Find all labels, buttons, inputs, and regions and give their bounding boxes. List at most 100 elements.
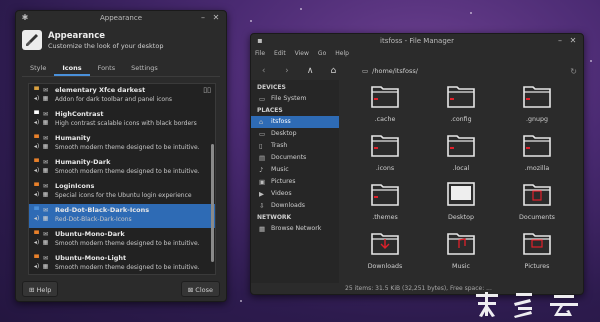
pin-icon[interactable]: ✱ [20, 13, 30, 23]
file-item[interactable]: .config [423, 82, 499, 131]
file-item[interactable]: .gnupg [499, 82, 575, 131]
grid-icon: ▦ [42, 119, 49, 126]
grid-icon: ▦ [42, 215, 49, 222]
file-item[interactable]: .mozilla [499, 131, 575, 180]
theme-item[interactable]: ▀ ✉ ◂) ▦ elementary Xfce darkest Addon for da… [29, 84, 215, 108]
theme-item[interactable]: ▀ ✉ ◂) ▦ Ubuntu-Mono-Light Smooth modern them… [29, 252, 215, 274]
menu-edit[interactable]: Edit [274, 48, 286, 60]
sidebar-item-label: Trash [271, 142, 288, 149]
tab-bar: Style Icons Fonts Settings [22, 61, 220, 77]
file-item[interactable]: Downloads [347, 229, 423, 278]
scrollbar-thumb[interactable] [211, 144, 214, 262]
theme-item[interactable]: ▀ ✉ ◂) ▦ Red-Dot-Black-Dark-Icons Red-Dot-Bla… [29, 204, 215, 228]
sidebar-item-downloads[interactable]: ⇩ Downloads [251, 200, 339, 212]
side-pane: DEVICES ▭ File System PLACES ⌂ itsfoss ▭ Deskto… [251, 80, 339, 283]
tab-fonts[interactable]: Fonts [90, 61, 124, 76]
sidebar-item-music[interactable]: ♪ Music [251, 164, 339, 176]
sidebar-item-label: Videos [271, 190, 292, 197]
menu-bar: File Edit View Go Help [251, 48, 583, 60]
sidebar-section-header: PLACES [257, 107, 283, 114]
sidebar-item-pictures[interactable]: ▣ Pictures [251, 176, 339, 188]
icon-theme-list[interactable]: ▀ ✉ ◂) ▦ elementary Xfce darkest Addon for da… [28, 83, 216, 275]
sidebar-item-label: Browse Network [271, 225, 322, 232]
desktop-folder-icon [446, 181, 476, 211]
help-label: Help [36, 286, 52, 294]
sidebar-item-videos[interactable]: ▶ Videos [251, 188, 339, 200]
theme-item[interactable]: ▀ ✉ ◂) ▦ HighContrast High contrast scalable … [29, 108, 215, 132]
theme-item[interactable]: ▀ ✉ ◂) ▦ LoginIcons Special icons for the Ubu… [29, 180, 215, 204]
file-item[interactable]: Music [423, 229, 499, 278]
book-icon: ▯▯ [203, 86, 211, 94]
folder-icon [522, 83, 552, 113]
tab-icons[interactable]: Icons [54, 61, 90, 76]
close-button[interactable]: ⊠ Close [180, 281, 220, 297]
file-name: .cache [374, 116, 396, 123]
theme-preview-icons: ▀ ✉ ◂) ▦ [33, 182, 51, 198]
home-icon[interactable]: ⌂ [327, 66, 340, 76]
drive-icon: ▭ [259, 95, 266, 103]
menu-go[interactable]: Go [318, 48, 326, 60]
appearance-titlebar[interactable]: ✱ Appearance – ✕ [16, 11, 226, 25]
app-title: Appearance [48, 30, 106, 41]
sidebar-item-browse-network[interactable]: ▦ Browse Network [251, 223, 339, 235]
file-item[interactable]: .local [423, 131, 499, 180]
file-item[interactable]: .themes [347, 180, 423, 229]
sidebar-item-desktop[interactable]: ▭ Desktop [251, 128, 339, 140]
sidebar-item-label: Music [271, 166, 289, 173]
sidebar-section-header: DEVICES [257, 84, 286, 91]
path-bar[interactable]: ▭ /home/itsfoss/ [362, 64, 570, 78]
mail-icon: ✉ [42, 87, 49, 94]
sidebar-item-itsfoss[interactable]: ⌂ itsfoss [251, 116, 339, 128]
back-icon[interactable]: ‹ [257, 66, 270, 76]
menu-view[interactable]: View [295, 48, 309, 60]
tab-settings[interactable]: Settings [123, 61, 166, 76]
mail-icon: ✉ [42, 135, 49, 142]
theme-item[interactable]: ▀ ✉ ◂) ▦ Humanity-Dark Smooth modern theme de… [29, 156, 215, 180]
sidebar-item-trash[interactable]: ▯ Trash [251, 140, 339, 152]
file-name: Music [452, 263, 470, 270]
sidebar-item-documents[interactable]: ▤ Documents [251, 152, 339, 164]
minimize-button[interactable]: – [198, 13, 208, 23]
reload-icon[interactable]: ↻ [570, 67, 577, 76]
file-item[interactable]: .icons [347, 131, 423, 180]
file-item[interactable]: .cache [347, 82, 423, 131]
tab-style[interactable]: Style [22, 61, 54, 76]
folder-icon: ▀ [34, 111, 39, 118]
mail-icon: ✉ [42, 183, 49, 190]
forward-icon[interactable]: › [280, 66, 293, 76]
theme-item[interactable]: ▀ ✉ ◂) ▦ Humanity Smooth modern theme designe… [29, 132, 215, 156]
theme-preview-icons: ▀ ✉ ◂) ▦ [33, 134, 51, 150]
grid-icon: ▦ [42, 143, 49, 150]
grid-icon: ▦ [42, 239, 49, 246]
folder-path-icon: ▭ [362, 67, 369, 75]
folder-icon: ▀ [34, 159, 39, 166]
fm-close-button[interactable]: ✕ [568, 36, 578, 46]
list-scrollbar[interactable] [211, 144, 214, 264]
fm-titlebar[interactable]: ▪ itsfoss - File Manager – ✕ [251, 34, 583, 48]
volume-icon: ◂) [33, 95, 40, 102]
fm-minimize-button[interactable]: – [555, 36, 565, 46]
help-button[interactable]: ⊞ Help [22, 281, 59, 297]
watermark-logo [476, 292, 578, 318]
sidebar-item-label: Desktop [271, 130, 297, 137]
file-item[interactable]: Pictures [499, 229, 575, 278]
file-name: Pictures [524, 263, 550, 270]
sidebar-item-label: File System [271, 95, 307, 102]
file-grid: .cache .config .gnupg .icons .local .moz… [339, 80, 583, 283]
volume-icon: ◂) [33, 215, 40, 222]
theme-item[interactable]: ▀ ✉ ◂) ▦ Ubuntu-Mono-Dark Smooth modern theme… [29, 228, 215, 252]
close-window-button[interactable]: ✕ [211, 13, 221, 23]
menu-file[interactable]: File [255, 48, 265, 60]
downloads-folder-icon [370, 230, 400, 260]
theme-preview-icons: ▀ ✉ ◂) ▦ [33, 254, 51, 270]
folder-icon: ▀ [34, 207, 39, 214]
up-icon[interactable]: ∧ [304, 66, 317, 76]
file-manager-window: ▪ itsfoss - File Manager – ✕ File Edit Vie… [250, 33, 584, 295]
documents-icon: ▤ [259, 154, 266, 162]
folder-icon [370, 181, 400, 211]
theme-name: Ubuntu-Mono-Dark [55, 230, 125, 238]
file-item[interactable]: Documents [499, 180, 575, 229]
file-item[interactable]: Desktop [423, 180, 499, 229]
menu-help[interactable]: Help [335, 48, 349, 60]
sidebar-item-file-system[interactable]: ▭ File System [251, 93, 339, 105]
